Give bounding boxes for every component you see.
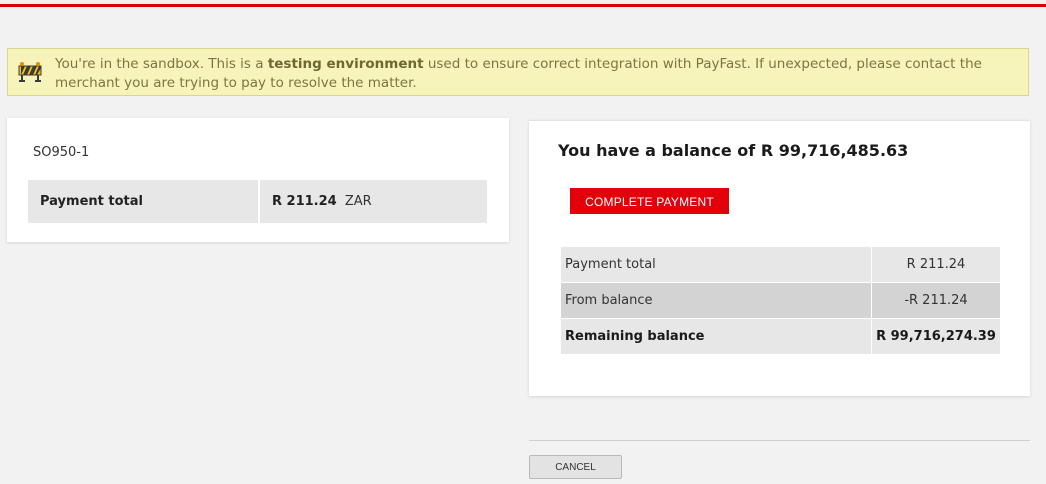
- summary-label: From balance: [561, 283, 871, 318]
- cancel-button[interactable]: CANCEL: [529, 455, 622, 479]
- summary-value: -R 211.24: [872, 283, 1000, 318]
- balance-heading: You have a balance of R 99,716,485.63: [558, 141, 909, 160]
- construction-barrier-icon: [18, 60, 42, 84]
- balance-payment-card: You have a balance of R 99,716,485.63 CO…: [529, 120, 1030, 396]
- summary-value: R 211.24: [872, 247, 1000, 282]
- table-row: Payment total R 211.24: [561, 247, 1000, 282]
- payment-total-row: Payment total R 211.24 ZAR: [28, 180, 487, 223]
- balance-summary-table: Payment total R 211.24 From balance -R 2…: [561, 247, 1000, 355]
- payment-total-amount: R 211.24: [272, 194, 337, 209]
- top-accent-bar: [0, 4, 1046, 7]
- complete-payment-button[interactable]: COMPLETE PAYMENT: [570, 188, 729, 214]
- payment-currency: ZAR: [344, 194, 372, 209]
- notice-text-emphasis: testing environment: [267, 56, 424, 72]
- notice-text-start: You're in the sandbox. This is a: [55, 56, 268, 72]
- table-row: Remaining balance R 99,716,274.39: [561, 319, 1000, 354]
- sandbox-notice: You're in the sandbox. This is a testing…: [7, 48, 1029, 96]
- payment-total-label: Payment total: [28, 180, 258, 223]
- sandbox-notice-text: You're in the sandbox. This is a testing…: [55, 55, 1027, 93]
- order-reference: SO950-1: [33, 145, 90, 160]
- footer-divider: [529, 440, 1030, 441]
- order-summary-card: SO950-1 Payment total R 211.24 ZAR: [7, 118, 509, 242]
- summary-value: R 99,716,274.39: [872, 319, 1000, 354]
- table-row: From balance -R 211.24: [561, 283, 1000, 318]
- summary-label: Payment total: [561, 247, 871, 282]
- payment-total-value: R 211.24 ZAR: [260, 180, 487, 223]
- summary-label: Remaining balance: [561, 319, 871, 354]
